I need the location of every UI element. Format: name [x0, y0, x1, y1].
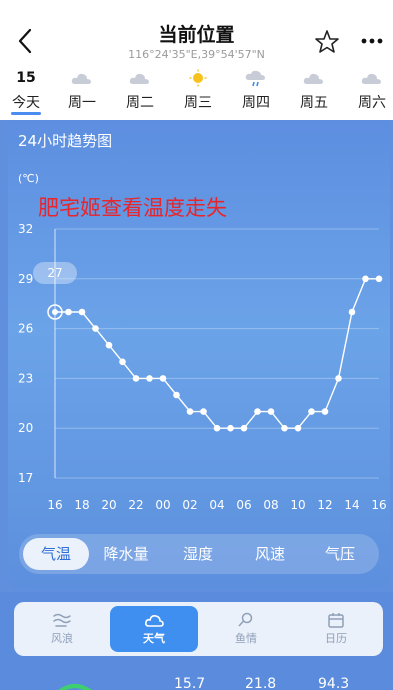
current-point: [52, 309, 58, 315]
day-label: 周二: [126, 95, 154, 111]
x-tick-label: 20: [101, 498, 116, 512]
data-point: [227, 424, 234, 432]
data-point: [375, 275, 383, 283]
x-tick-label: 08: [263, 498, 278, 512]
day-label: 周三: [184, 95, 212, 111]
x-tick-label: 18: [74, 498, 89, 512]
calendar-icon: [328, 613, 344, 628]
y-axis-unit: (℃): [18, 172, 39, 185]
day-tab-fri[interactable]: 周五: [289, 68, 339, 120]
watermark-text: 肥宅姬查看温度走失: [38, 196, 227, 220]
data-point: [159, 375, 167, 382]
cloudy-icon: [361, 73, 381, 84]
data-point: [267, 408, 275, 415]
current-value-label: 27: [47, 266, 62, 280]
y-tick-label: 17: [18, 471, 33, 485]
nav-item-wave[interactable]: 风浪: [18, 606, 106, 652]
fish-icon: [238, 612, 253, 627]
tab-wind-speed[interactable]: 风速: [237, 538, 303, 570]
nav-label: 天气: [143, 632, 165, 645]
temperature-line: [55, 278, 379, 429]
data-point: [186, 408, 194, 415]
cloudy-icon: [303, 73, 323, 84]
tab-temperature[interactable]: 气温: [23, 538, 89, 570]
x-tick-label: 16: [371, 498, 386, 512]
data-point: [348, 308, 356, 316]
stat-value: 94.3: [318, 676, 350, 690]
data-point: [240, 424, 248, 432]
x-tick-label: 14: [344, 498, 359, 512]
panel-title: 24小时趋势图: [18, 132, 113, 150]
day-tab-tue[interactable]: 周二: [115, 68, 165, 120]
cloudy-icon: [129, 73, 149, 84]
tab-humidity[interactable]: 湿度: [165, 538, 231, 570]
wave-icon: [53, 613, 71, 627]
y-tick-label: 23: [18, 371, 33, 385]
day-selector: 15 今天 周一 周二 周三 周四 周五 周六: [0, 68, 393, 120]
today-date: 15: [16, 70, 36, 86]
day-label: 周四: [242, 95, 270, 111]
x-tick-label: 02: [182, 498, 197, 512]
tab-precipitation[interactable]: 降水量: [93, 538, 159, 570]
nav-item-fish[interactable]: 鱼情: [202, 606, 290, 652]
data-point: [281, 424, 288, 432]
metric-tabs: 气温 降水量 湿度 风速 气压: [19, 534, 379, 574]
active-day-indicator: [11, 112, 41, 115]
data-point: [132, 375, 140, 382]
nav-item-weather[interactable]: 天气: [110, 606, 198, 652]
x-tick-label: 00: [155, 498, 170, 512]
more-options-icon[interactable]: [358, 30, 386, 52]
temperature-chart: 17 20 23 26 29 32 16 18 20 22 00 02 04 06 08 10 12 14 16 27: [18, 222, 387, 512]
x-tick-label: 06: [236, 498, 251, 512]
day-tab-mon[interactable]: 周一: [57, 68, 107, 120]
data-point: [119, 358, 126, 366]
data-point: [92, 325, 99, 332]
data-point: [105, 341, 113, 349]
data-point: [362, 275, 369, 283]
nav-label: 日历: [325, 632, 347, 645]
data-point: [321, 408, 329, 415]
data-point: [78, 308, 86, 316]
bottom-nav: 风浪 天气 鱼情 日历: [14, 602, 383, 656]
stat-value: 21.8: [245, 676, 277, 690]
y-tick-label: 32: [18, 222, 33, 236]
tab-pressure[interactable]: 气压: [307, 538, 373, 570]
nav-label: 鱼情: [235, 632, 257, 645]
y-tick-label: 26: [18, 322, 33, 336]
cloudy-icon: [71, 73, 91, 84]
day-tab-wed[interactable]: 周三: [173, 68, 223, 120]
nav-label: 风浪: [51, 632, 73, 645]
nav-item-calendar[interactable]: 日历: [292, 606, 380, 652]
day-label: 周六: [358, 95, 386, 111]
sun-icon: [189, 69, 207, 87]
data-point: [146, 375, 153, 382]
cloud-icon: [145, 615, 164, 627]
x-tick-label: 12: [317, 498, 332, 512]
data-point: [254, 408, 261, 415]
gauge-arc-icon: [58, 684, 92, 690]
favorite-star-icon[interactable]: [313, 28, 341, 56]
x-tick-label: 22: [128, 498, 143, 512]
data-point: [200, 408, 207, 415]
data-point: [213, 424, 221, 432]
day-tab-thu[interactable]: 周四: [231, 68, 281, 120]
day-tab-sat[interactable]: 周六: [347, 68, 393, 120]
day-tab-today[interactable]: 15 今天: [1, 68, 51, 120]
day-label: 今天: [12, 95, 40, 111]
stat-value: 15.7: [174, 676, 206, 690]
data-point: [308, 408, 315, 415]
rain-icon: [245, 70, 265, 87]
x-tick-label: 10: [290, 498, 305, 512]
y-tick-label: 20: [18, 421, 33, 435]
day-label: 周五: [300, 95, 328, 111]
x-tick-label: 04: [209, 498, 224, 512]
y-tick-label: 29: [18, 272, 33, 286]
x-tick-label: 16: [47, 498, 62, 512]
data-point: [173, 391, 180, 399]
day-label: 周一: [68, 95, 96, 111]
data-point: [294, 424, 302, 432]
data-point: [335, 375, 342, 382]
data-point: [65, 308, 72, 316]
